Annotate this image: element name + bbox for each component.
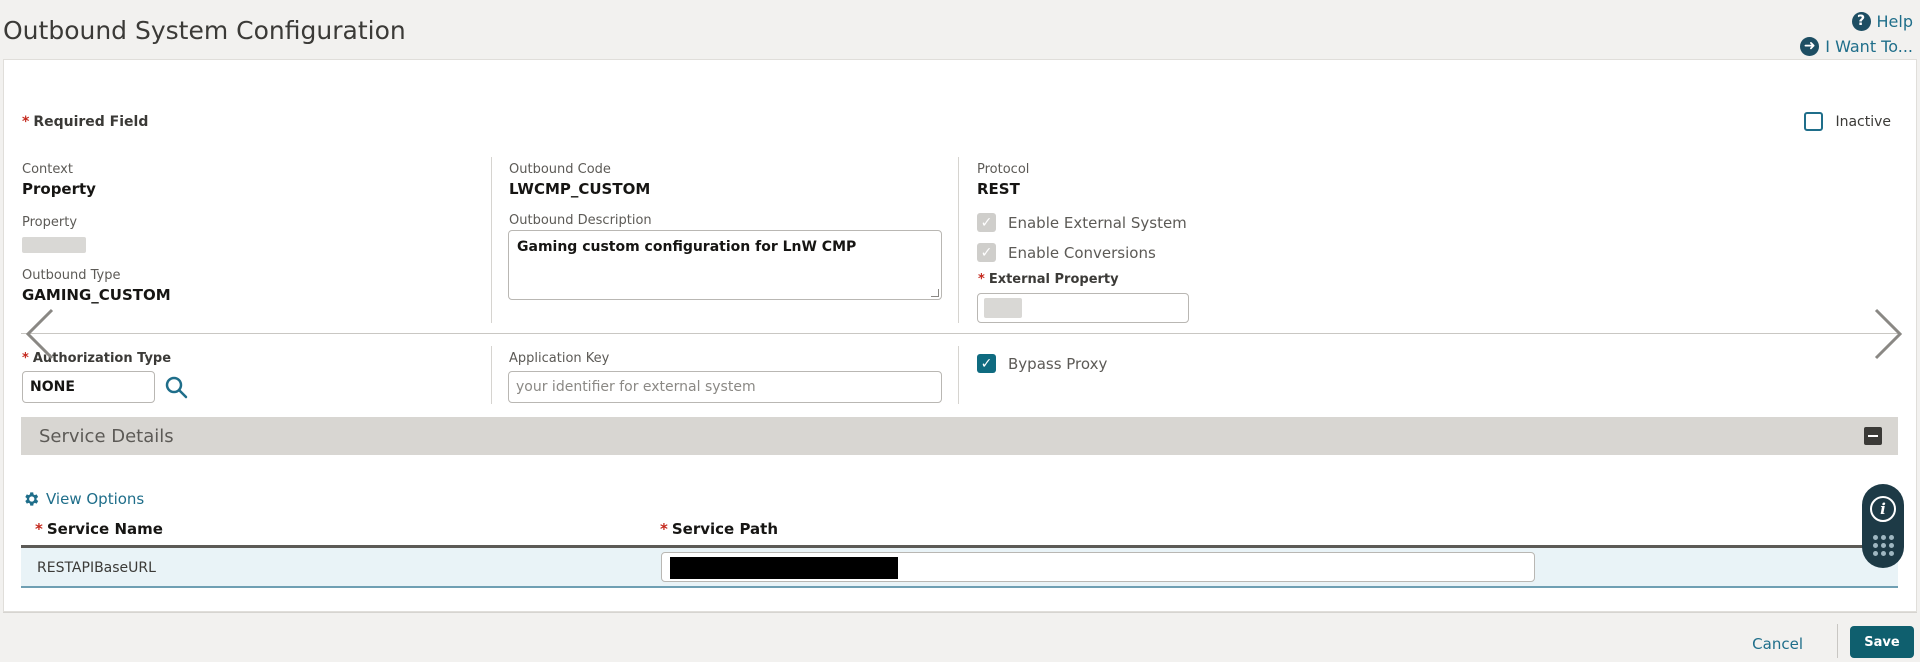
context-value: Property — [22, 180, 96, 198]
footer-divider — [3, 612, 1917, 613]
service-path-redacted — [670, 557, 898, 579]
required-field-label: Required Field — [33, 114, 149, 130]
protocol-label: Protocol — [977, 162, 1030, 177]
page-title: Outbound System Configuration — [3, 16, 406, 45]
authorization-type-value: NONE — [30, 379, 75, 395]
required-star: * — [35, 520, 43, 538]
outbound-code-label: Outbound Code — [509, 162, 611, 177]
service-path-header-label: Service Path — [671, 520, 779, 538]
service-details-header[interactable]: Service Details — [21, 417, 1898, 455]
external-property-label-text: External Property — [988, 272, 1119, 287]
outbound-code-value: LWCMP_CUSTOM — [509, 180, 651, 198]
help-link[interactable]: ? Help — [1800, 10, 1913, 32]
top-links: ? Help ➜ I Want To... — [1800, 10, 1913, 60]
required-field-note: * Required Field — [22, 114, 148, 130]
help-label: Help — [1876, 11, 1913, 31]
required-star: * — [660, 520, 668, 538]
property-value-redacted — [22, 237, 86, 253]
bypass-proxy-label: Bypass Proxy — [1008, 354, 1108, 373]
required-star: * — [22, 114, 30, 130]
protocol-value: REST — [977, 180, 1020, 198]
service-name-header-label: Service Name — [46, 520, 163, 538]
search-icon[interactable] — [164, 375, 188, 399]
bypass-proxy-checkbox[interactable]: ✓ Bypass Proxy — [977, 354, 1107, 373]
column-header-service-name[interactable]: * Service Name — [35, 520, 163, 538]
view-options-link[interactable]: View Options — [22, 490, 144, 508]
required-star: * — [978, 272, 985, 287]
floating-help-widget[interactable]: i — [1862, 484, 1904, 568]
table-row[interactable]: RESTAPIBaseURL — [21, 548, 1898, 588]
column-header-service-path[interactable]: * Service Path — [660, 520, 778, 538]
collapse-button[interactable] — [1864, 427, 1882, 445]
inactive-label: Inactive — [1835, 113, 1891, 130]
enable-conversions-label: Enable Conversions — [1008, 243, 1156, 262]
form-divider — [21, 333, 1898, 334]
gear-icon — [25, 492, 39, 506]
i-want-to-label: I Want To... — [1825, 36, 1913, 56]
enable-external-system-label: Enable External System — [1008, 213, 1187, 232]
check-icon: ✓ — [977, 354, 996, 373]
service-name-cell: RESTAPIBaseURL — [37, 560, 156, 576]
enable-conversions-checkbox[interactable]: ✓ Enable Conversions — [977, 243, 1156, 262]
check-icon: ✓ — [977, 213, 996, 232]
cancel-button[interactable]: Cancel — [1752, 635, 1803, 653]
column-divider-3 — [491, 346, 492, 404]
service-path-input[interactable] — [661, 552, 1535, 582]
outbound-description-value: Gaming custom configuration for LnW CMP — [517, 239, 857, 255]
application-key-input[interactable]: your identifier for external system — [508, 371, 942, 403]
minus-icon — [1868, 435, 1878, 437]
column-divider-4 — [958, 346, 959, 404]
external-property-label: * External Property — [978, 272, 1119, 287]
inactive-checkbox[interactable]: Inactive — [1804, 112, 1891, 131]
authorization-type-input[interactable]: NONE — [22, 371, 155, 403]
column-divider-2 — [958, 157, 959, 323]
check-icon: ✓ — [977, 243, 996, 262]
outbound-type-value: GAMING_CUSTOM — [22, 286, 171, 304]
service-details-title: Service Details — [39, 425, 174, 447]
context-label: Context — [22, 162, 73, 177]
chevron-right-icon[interactable] — [1866, 304, 1906, 364]
application-key-label: Application Key — [509, 351, 610, 366]
view-options-label: View Options — [46, 490, 145, 508]
arrow-right-circle-icon: ➜ — [1800, 36, 1820, 56]
column-divider-1 — [491, 157, 492, 323]
application-key-placeholder: your identifier for external system — [516, 379, 756, 395]
resize-handle[interactable] — [931, 289, 939, 297]
footer-button-separator — [1837, 624, 1838, 658]
grid-dots-icon[interactable] — [1872, 534, 1894, 556]
outbound-description-label: Outbound Description — [509, 213, 652, 228]
enable-external-system-checkbox[interactable]: ✓ Enable External System — [977, 213, 1187, 232]
external-property-value-redacted — [984, 298, 1022, 318]
outbound-description-field[interactable]: Gaming custom configuration for LnW CMP — [508, 230, 942, 300]
external-property-input[interactable] — [977, 293, 1189, 323]
i-want-to-link[interactable]: ➜ I Want To... — [1800, 35, 1913, 57]
save-button[interactable]: Save — [1850, 626, 1914, 658]
inactive-checkbox-box[interactable] — [1804, 112, 1824, 131]
outbound-type-label: Outbound Type — [22, 268, 121, 283]
info-icon[interactable]: i — [1870, 496, 1896, 523]
configuration-panel: * Required Field Inactive Context Propert… — [3, 59, 1917, 612]
property-label: Property — [22, 215, 78, 230]
chevron-left-icon[interactable] — [22, 304, 62, 364]
help-icon: ? — [1851, 11, 1871, 31]
